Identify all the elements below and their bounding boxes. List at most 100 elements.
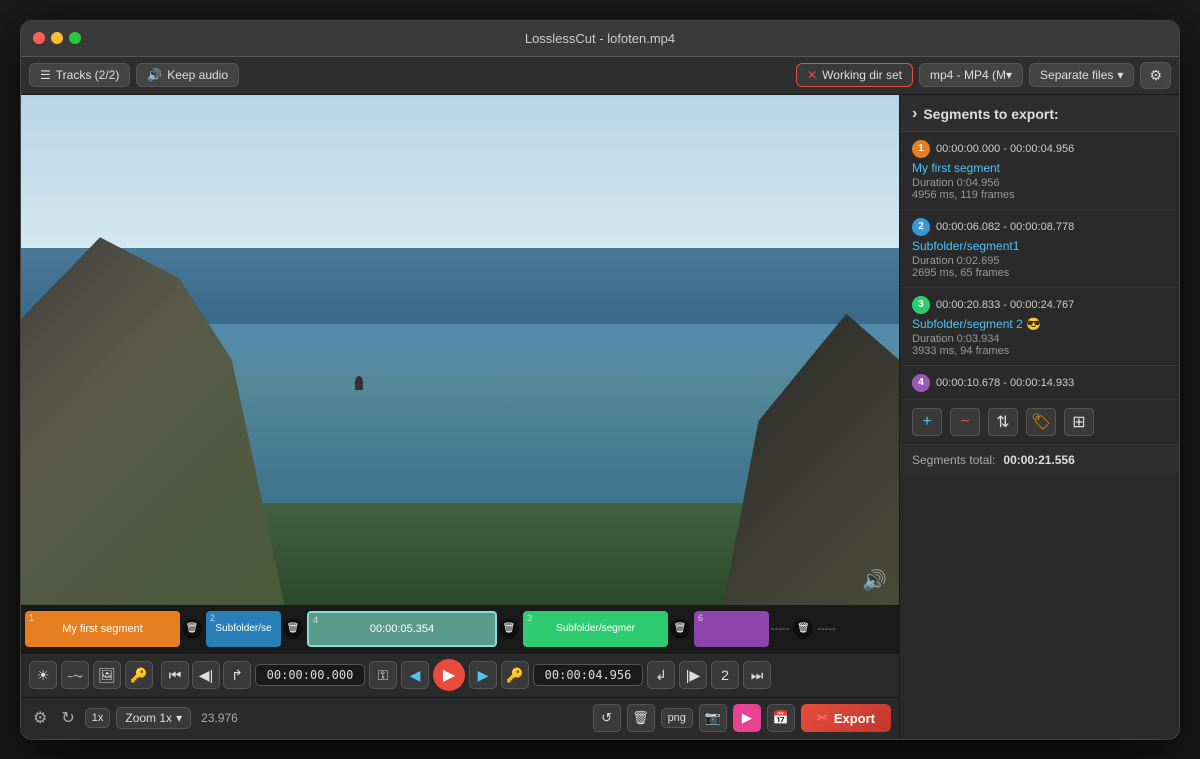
zoom-label: Zoom 1x (125, 711, 172, 725)
segment-1-time-row: 1 00:00:00.000 - 00:00:04.956 (912, 140, 1167, 158)
export-button[interactable]: ✂ Export (801, 704, 891, 732)
segment-num-4: 4 (313, 615, 318, 625)
segment-2-name: Subfolder/segment1 (912, 239, 1167, 253)
remove-segment-button[interactable]: − (950, 408, 980, 436)
delete-segment-2-button[interactable]: 🗑 (283, 619, 303, 639)
segment-3-name: Subfolder/segment 2 😎 (912, 317, 1167, 331)
output-mode-button[interactable]: Separate files ▾ (1029, 63, 1134, 87)
app-window: LosslessCut - lofoten.mp4 ☰ Tracks (2/2)… (20, 20, 1180, 740)
prev-keyframe-button[interactable]: ◀| (192, 661, 220, 689)
lock-button[interactable]: ⚿ (369, 661, 397, 689)
total-label: Segments total: (912, 453, 995, 467)
segment-num-2: 2 (210, 613, 215, 623)
delete-segment-4-button[interactable]: 🗑 (499, 619, 519, 639)
maximize-button[interactable] (69, 32, 81, 44)
skip-forward-button[interactable]: ⏭ (743, 661, 771, 689)
loop-button[interactable]: ↻ (57, 704, 78, 732)
video-scene (21, 95, 899, 605)
close-icon: ✕ (807, 68, 817, 82)
format-button[interactable]: mp4 - MP4 (M▾ (919, 63, 1023, 87)
working-dir-button[interactable]: ✕ Working dir set (796, 63, 913, 87)
minimize-button[interactable] (51, 32, 63, 44)
delete-segment-1-button[interactable]: 🗑 (182, 619, 202, 639)
segment-action-buttons: + − ⇅ 🏷 ⊞ (900, 400, 1179, 445)
calendar-button[interactable]: 📅 (767, 704, 795, 732)
segment-item-4[interactable]: 4 00:00:10.678 - 00:00:14.933 (900, 366, 1179, 400)
toolbar-right: ✕ Working dir set mp4 - MP4 (M▾ Separate… (796, 62, 1171, 89)
segment-label-3: Subfolder/segmer (556, 623, 635, 634)
timeline-segment-1[interactable]: 1 My first segment (25, 611, 180, 647)
split-segment-button[interactable]: ⇅ (988, 408, 1018, 436)
tracks-button[interactable]: ☰ Tracks (2/2) (29, 63, 130, 87)
video-preview: 🔊 (21, 95, 899, 605)
edit-button[interactable]: ▶ (733, 704, 761, 732)
loop-playback-button[interactable]: ↺ (593, 704, 621, 732)
settings-button[interactable]: ⚙ (1140, 62, 1171, 89)
segment-3-time-row: 3 00:00:20.833 - 00:00:24.767 (912, 296, 1167, 314)
grid-icon: ⊞ (1072, 412, 1085, 432)
timeline-segment-4-active[interactable]: 4 00:00:05.354 (307, 611, 497, 647)
segment-4-time-row: 4 00:00:10.678 - 00:00:14.933 (912, 374, 1167, 392)
segment-6-controls: ----- 🗑 ----- (771, 619, 836, 639)
trash-button[interactable]: 🗑 (627, 704, 655, 732)
key-out-button[interactable]: 🔑 (501, 661, 529, 689)
audio-button[interactable]: 🔊 Keep audio (136, 63, 239, 87)
prev-frame-button[interactable]: ◀ (401, 661, 429, 689)
bottom-bar: ⚙ ↻ 1x Zoom 1x ▾ 23.976 ↺ 🗑 png 📷 (21, 697, 899, 739)
mark-out-button[interactable]: ↲ (647, 661, 675, 689)
waveform-button[interactable]: ~〜 (61, 661, 89, 689)
scissors-icon: ✂ (817, 710, 828, 726)
segment-item-2[interactable]: 2 00:00:06.082 - 00:00:08.778 Subfolder/… (900, 210, 1179, 288)
speed-multiplier[interactable]: 1x (85, 708, 111, 728)
segment-2-time-range: 00:00:06.082 - 00:00:08.778 (936, 221, 1074, 233)
png-format-button[interactable]: png (661, 708, 693, 728)
next-keyframe-button[interactable]: |▶ (679, 661, 707, 689)
timeline-segment-3[interactable]: 3 Subfolder/segmer (523, 611, 668, 647)
multiplier-label: 1x (92, 712, 104, 724)
settings-icon-button[interactable]: ⚙ (29, 704, 51, 732)
timeline-segment-6[interactable]: 6 (694, 611, 769, 647)
segment-item-1[interactable]: 1 00:00:00.000 - 00:00:04.956 My first s… (900, 132, 1179, 210)
person-silhouette (355, 376, 363, 390)
prev-segment-button[interactable]: ⏮ (161, 661, 189, 689)
mark-in-button[interactable]: ↱ (223, 661, 251, 689)
title-bar: LosslessCut - lofoten.mp4 (21, 21, 1179, 57)
gear-icon: ⚙ (1149, 67, 1162, 83)
zoom-selector[interactable]: Zoom 1x ▾ (116, 707, 191, 729)
screenshot-button[interactable]: 🖼 (93, 661, 121, 689)
segment-4-time-range: 00:00:10.678 - 00:00:14.933 (936, 377, 1074, 389)
segment-time-display: 00:00:05.354 (370, 623, 434, 635)
delete-segment-3-button[interactable]: 🗑 (670, 619, 690, 639)
delete-segment-6-button[interactable]: 🗑 (793, 619, 813, 639)
key-button[interactable]: 🔑 (125, 661, 153, 689)
segments-chevron-icon: › (912, 105, 917, 123)
grid-button[interactable]: ⊞ (1064, 408, 1094, 436)
segment-3-time-range: 00:00:20.833 - 00:00:24.767 (936, 299, 1074, 311)
timeline-area[interactable]: 1 My first segment 🗑 2 Subfolder/se 🗑 4 … (21, 605, 899, 653)
nav-controls: ⏮ ◀| ↱ (161, 661, 251, 689)
segment-3-duration: Duration 0:03.934 (912, 333, 1167, 345)
next-frame-button[interactable]: ▶ (469, 661, 497, 689)
timeline-segment-2[interactable]: 2 Subfolder/se (206, 611, 281, 647)
play-button[interactable]: ▶ (433, 659, 465, 691)
segment-1-time-range: 00:00:00.000 - 00:00:04.956 (936, 143, 1074, 155)
segment-2-duration: Duration 0:02.695 (912, 255, 1167, 267)
next-segment-button[interactable]: 2 (711, 661, 739, 689)
camera-button[interactable]: 📷 (699, 704, 727, 732)
brightness-button[interactable]: ☀ (29, 661, 57, 689)
segment-num-1: 1 (29, 613, 34, 623)
tag-segment-button[interactable]: 🏷 (1026, 408, 1056, 436)
zoom-chevron-icon: ▾ (176, 711, 182, 725)
close-button[interactable] (33, 32, 45, 44)
segment-label-2: Subfolder/se (215, 623, 271, 634)
working-dir-label: Working dir set (822, 68, 902, 82)
segments-header-label: Segments to export: (923, 106, 1058, 122)
segments-total: Segments total: 00:00:21.556 (900, 445, 1179, 475)
output-mode-label: Separate files (1040, 68, 1113, 82)
add-segment-button[interactable]: + (912, 408, 942, 436)
segment-1-duration: Duration 0:04.956 (912, 177, 1167, 189)
png-label: png (668, 712, 686, 724)
segment-3-number: 3 (912, 296, 930, 314)
segment-item-3[interactable]: 3 00:00:20.833 - 00:00:24.767 Subfolder/… (900, 288, 1179, 366)
segments-sidebar: › Segments to export: 1 00:00:00.000 - 0… (899, 95, 1179, 739)
